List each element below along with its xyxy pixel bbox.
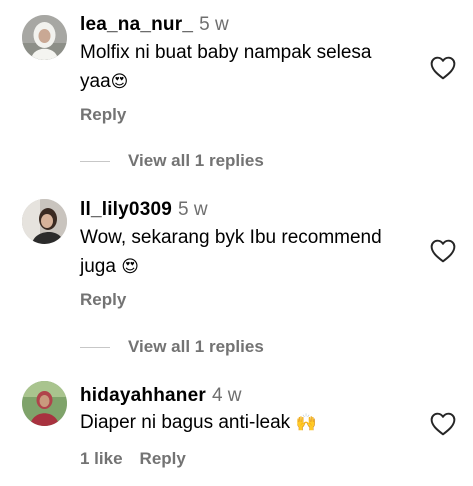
avatar[interactable]: [22, 15, 67, 60]
comment-text: Molfix ni buat baby nampak selesa yaa😍: [80, 38, 410, 97]
comment-actions: Reply: [80, 105, 126, 125]
comment-header: lea_na_nur_ 5 w: [80, 14, 229, 36]
username[interactable]: ll_lily0309: [80, 199, 172, 220]
comment-text-line: Molfix ni buat baby nampak selesa: [80, 42, 372, 63]
comment-text-segment: juga: [80, 256, 122, 277]
comment-text: Wow, sekarang byk Ibu recommend juga 😍: [80, 223, 410, 282]
replies-divider: [80, 347, 110, 348]
comment-header: ll_lily0309 5 w: [80, 199, 208, 221]
comment-actions: 1 like Reply: [80, 449, 186, 469]
raised-hands-emoji: 🙌: [295, 413, 317, 433]
avatar[interactable]: [22, 199, 67, 244]
comment-text-segment: yaa: [80, 71, 111, 92]
avatar[interactable]: [22, 381, 67, 426]
timestamp: 5 w: [199, 14, 229, 35]
reply-button[interactable]: Reply: [140, 449, 186, 468]
timestamp: 5 w: [178, 199, 208, 220]
username[interactable]: hidayahhaner: [80, 385, 206, 406]
view-replies[interactable]: View all 1 replies: [80, 151, 320, 173]
heart-outline-icon[interactable]: [430, 239, 456, 263]
view-replies-button[interactable]: View all 1 replies: [128, 151, 264, 171]
comment-text: Diaper ni bagus anti-leak 🙌: [80, 408, 410, 438]
comment-header: hidayahhaner 4 w: [80, 385, 242, 407]
avatar-image: [22, 15, 67, 60]
reply-button[interactable]: Reply: [80, 105, 126, 124]
likes-count[interactable]: 1 like: [80, 449, 123, 468]
heart-eyes-emoji: 😍: [110, 72, 129, 92]
heart-eyes-emoji: 😍: [121, 257, 139, 277]
comment-text-line: Wow, sekarang byk Ibu recommend: [80, 227, 382, 248]
replies-divider: [80, 161, 110, 162]
username[interactable]: lea_na_nur_: [80, 14, 193, 35]
avatar-image: [22, 381, 67, 426]
comment-text-line: Diaper ni bagus anti-leak 🙌: [80, 408, 410, 438]
heart-outline-icon[interactable]: [430, 56, 456, 80]
heart-outline-icon[interactable]: [430, 412, 456, 436]
avatar-image: [22, 199, 67, 244]
comment-text-line: juga 😍: [80, 252, 410, 282]
view-replies-button[interactable]: View all 1 replies: [128, 337, 264, 357]
reply-button[interactable]: Reply: [80, 290, 126, 309]
comment-actions: Reply: [80, 290, 126, 310]
timestamp: 4 w: [211, 385, 242, 406]
comment-text-segment: Diaper ni bagus anti-leak: [80, 412, 296, 433]
comment-text-line: yaa😍: [80, 67, 410, 97]
view-replies[interactable]: View all 1 replies: [80, 337, 320, 359]
